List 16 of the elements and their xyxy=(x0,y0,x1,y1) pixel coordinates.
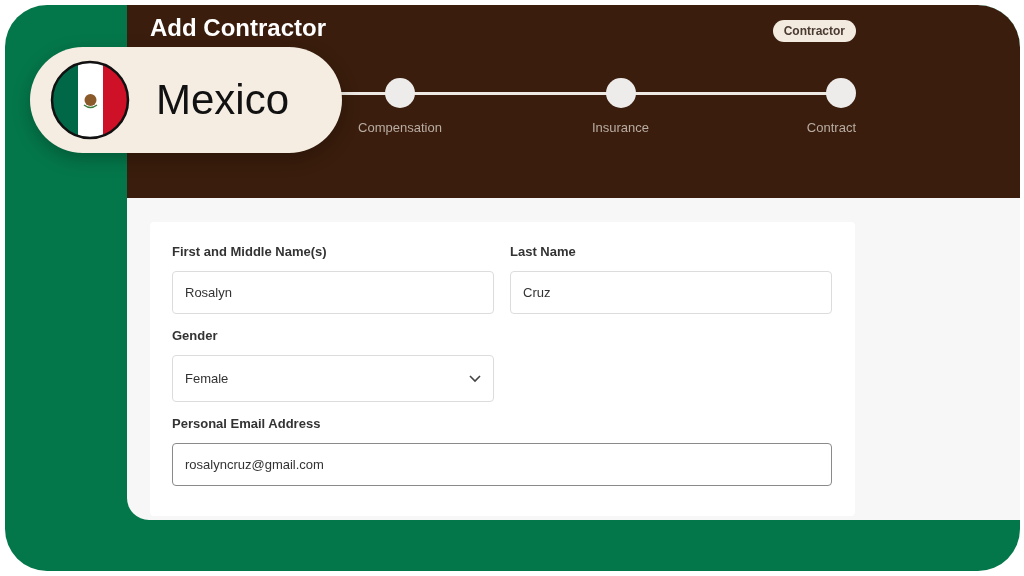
step-label: Insurance xyxy=(591,120,650,135)
field-label: Last Name xyxy=(510,244,577,259)
page-title: Add Contractor xyxy=(150,15,326,41)
select-field[interactable]: Female xyxy=(172,355,494,402)
field-label: Gender xyxy=(172,328,219,343)
field-label: Personal Email Address xyxy=(172,416,322,431)
flag-icon xyxy=(50,60,130,140)
step-label: Contract xyxy=(806,120,856,135)
input-field[interactable]: Cruz xyxy=(510,271,832,314)
step-label: Compensation xyxy=(358,120,442,135)
chevron-down-icon xyxy=(469,374,481,383)
input-field[interactable]: rosalyncruz@gmail.com xyxy=(172,443,832,486)
input-field[interactable]: Rosalyn xyxy=(172,271,494,314)
field-label: First and Middle Name(s) xyxy=(172,244,328,259)
country-name: Mexico xyxy=(156,76,290,124)
type-tag: Contractor xyxy=(772,20,856,42)
